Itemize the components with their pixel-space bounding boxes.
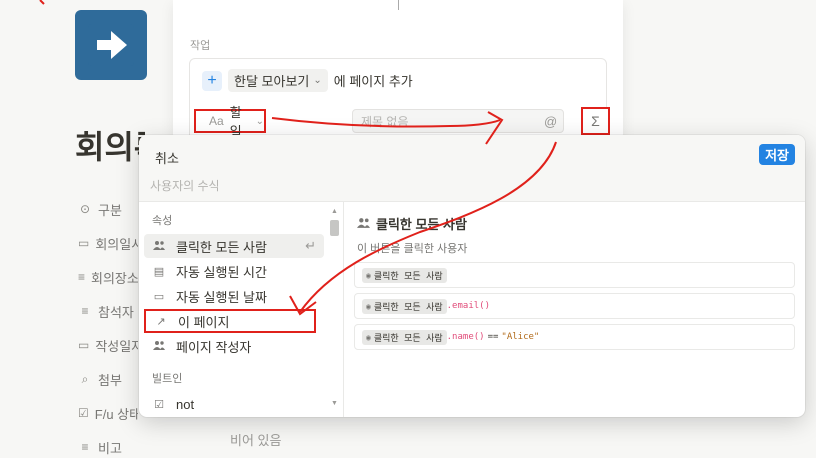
- formula-input[interactable]: 사용자의 수식: [150, 177, 220, 194]
- chevron-down-icon: ⌄: [255, 115, 264, 127]
- property-token: ◉ 클릭한 모든 사람: [362, 267, 447, 283]
- button-setup-panel: 작업 + 한달 모아보기 ⌄ 에 페이지 추가 Aa 할일 ⌄ 제목 없음 @ …: [173, 0, 623, 148]
- list-item-all-clickers[interactable]: 클릭한 모든 사람 ↵: [144, 234, 324, 258]
- detail-title: 클릭한 모든 사람: [357, 214, 467, 233]
- list-item-not[interactable]: ☑ not: [144, 392, 324, 416]
- database-select[interactable]: 한달 모아보기 ⌄: [228, 69, 328, 92]
- text-icon: ≡: [81, 440, 89, 454]
- calendar-icon: ▭: [153, 290, 165, 303]
- property-label: 회의일시: [95, 236, 138, 252]
- detail-title-text: 클릭한 모든 사람: [376, 217, 467, 232]
- list-item-auto-time[interactable]: ▤ 자동 실행된 시간: [144, 259, 324, 283]
- token-label: 클릭한 모든 사람: [373, 271, 443, 282]
- property-label: 작성일자: [95, 338, 138, 354]
- formula-editor: 취소 저장 사용자의 수식 ▲ ▼ 속성 클릭한 모든 사람 ↵ ▤ 자동 실행…: [139, 135, 805, 417]
- token-label: 클릭한 모든 사람: [373, 333, 443, 344]
- property-label: 비고: [98, 440, 122, 456]
- operator: ==: [487, 332, 499, 342]
- property-row[interactable]: ≡ 회의장소: [78, 260, 138, 294]
- property-row[interactable]: ⌕ 첨부: [78, 362, 138, 396]
- list-item-label: 클릭한 모든 사람: [176, 239, 267, 255]
- plus-icon[interactable]: +: [202, 70, 222, 91]
- empty-value[interactable]: 비어 있음: [230, 430, 281, 449]
- detail-description: 이 버튼을 클릭한 사용자: [357, 243, 468, 255]
- people-icon: [152, 340, 166, 353]
- calendar-icon: ▭: [78, 236, 90, 250]
- cancel-button[interactable]: 취소: [155, 148, 179, 167]
- people-icon: [357, 216, 370, 231]
- page-arrow-icon[interactable]: [75, 10, 147, 80]
- text-icon: ≡: [78, 270, 86, 284]
- formula-sigma-icon[interactable]: Σ: [581, 107, 610, 135]
- function-call: .name(): [446, 332, 485, 342]
- list-item-label: 자동 실행된 시간: [176, 264, 267, 280]
- list-item-this-page[interactable]: ↗ 이 페이지: [144, 309, 316, 333]
- list-item-label: 페이지 작성자: [176, 339, 252, 355]
- people-icon: [152, 240, 166, 253]
- property-token: ◉ 클릭한 모든 사람: [362, 298, 447, 314]
- calendar-icon: ▭: [78, 338, 90, 352]
- checkbox-icon: ☑: [154, 398, 164, 411]
- user-icon: ◉: [366, 270, 371, 280]
- divider: [398, 0, 399, 10]
- formula-header: 취소 저장 사용자의 수식: [139, 135, 805, 202]
- example-formula[interactable]: ◉ 클릭한 모든 사람 .name() == "Alice": [354, 324, 795, 350]
- function-call: .email(): [446, 301, 490, 311]
- list-item-label: not: [176, 396, 195, 412]
- list-item-auto-date[interactable]: ▭ 자동 실행된 날짜: [144, 284, 324, 308]
- user-icon: ◉: [366, 332, 371, 342]
- add-page-suffix: 에 페이지 추가: [333, 74, 413, 89]
- checkbox-icon: ☑: [78, 406, 89, 420]
- database-name: 한달 모아보기: [234, 74, 310, 89]
- scroll-up-icon[interactable]: ▲: [331, 208, 338, 215]
- property-value-input[interactable]: 제목 없음: [352, 109, 564, 133]
- property-row[interactable]: ▭ 회의일시: [78, 226, 138, 260]
- chevron-down-icon: ⌄: [313, 75, 322, 86]
- example-formula[interactable]: ◉ 클릭한 모든 사람: [354, 262, 795, 288]
- save-button[interactable]: 저장: [759, 144, 795, 165]
- property-row[interactable]: ≡ 비고: [78, 430, 138, 458]
- add-page-action: + 한달 모아보기 ⌄ 에 페이지 추가: [202, 69, 413, 92]
- arrow-upright-icon: ↗: [156, 315, 166, 328]
- property-label: 첨부: [98, 372, 122, 388]
- list-item-label: 자동 실행된 날짜: [176, 289, 267, 305]
- scroll-down-icon[interactable]: ▼: [331, 400, 338, 407]
- scrollbar-thumb[interactable]: [330, 220, 339, 236]
- list-item-label: 이 페이지: [178, 314, 230, 330]
- formula-detail-panel: 클릭한 모든 사람 이 버튼을 클릭한 사용자 ◉ 클릭한 모든 사람 ◉ 클릭한 …: [345, 202, 805, 417]
- target-icon: ⊙: [79, 202, 91, 216]
- paperclip-icon: ⌕: [81, 371, 89, 386]
- property-row[interactable]: ☑ F/u 상태: [78, 396, 138, 430]
- enter-icon: ↵: [305, 238, 316, 253]
- text-type-icon: Aa: [209, 114, 224, 128]
- property-label: 회의장소: [91, 270, 138, 286]
- formula-reference-list: ▲ ▼ 속성 클릭한 모든 사람 ↵ ▤ 자동 실행된 시간 ▭ 자동 실행된 …: [139, 202, 344, 417]
- property-value-row: Aa 할일 ⌄ 제목 없음 @ Σ: [192, 105, 610, 139]
- property-token: ◉ 클릭한 모든 사람: [362, 329, 447, 345]
- group-label-properties: 속성: [152, 215, 173, 227]
- string-literal: "Alice": [501, 332, 540, 342]
- property-label: 구분: [98, 202, 122, 218]
- user-icon: ◉: [366, 301, 371, 311]
- example-formula[interactable]: ◉ 클릭한 모든 사람 .email(): [354, 293, 795, 319]
- property-list: ⊙ 구분 ▭ 회의일시 ≡ 회의장소 ≡ 참석자 ▭ 작성일자 ⌕ 첨부 ☑ F/u 상태 ≡…: [78, 192, 138, 458]
- property-row[interactable]: ⊙ 구분: [78, 192, 138, 226]
- property-label: 참석자: [98, 304, 134, 320]
- token-label: 클릭한 모든 사람: [373, 302, 443, 313]
- mention-icon[interactable]: @: [544, 109, 557, 133]
- section-label: 작업: [190, 40, 211, 52]
- property-select[interactable]: Aa 할일 ⌄: [194, 105, 266, 139]
- property-row[interactable]: ≡ 참석자: [78, 294, 138, 328]
- clock-icon: ▤: [153, 265, 165, 278]
- property-label: F/u 상태: [94, 406, 138, 422]
- list-item-page-creator[interactable]: 페이지 작성자: [144, 334, 324, 358]
- group-label-builtins: 빌트인: [152, 373, 183, 385]
- text-icon: ≡: [81, 304, 89, 318]
- page-title[interactable]: 회의록: [75, 122, 145, 168]
- property-row[interactable]: ▭ 작성일자: [78, 328, 138, 362]
